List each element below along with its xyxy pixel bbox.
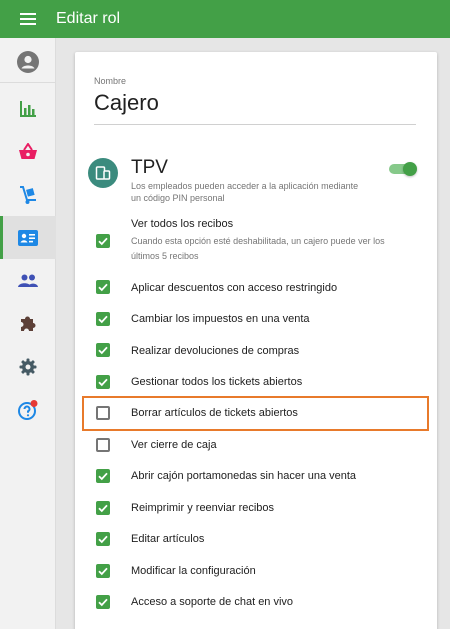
tpv-description: Los empleados pueden acceder a la aplica… [131,181,359,203]
permission-label: Cambiar los impuestos en una venta [131,313,310,325]
tpv-title: TPV [131,157,168,178]
hand-truck-icon [20,185,36,204]
permission-label: Gestionar todos los tickets abiertos [131,376,303,388]
checkbox-borrar-articulos[interactable] [96,406,110,420]
sidebar-item-settings[interactable] [0,345,56,388]
sidebar-item-inventory[interactable] [0,173,56,216]
sidebar [0,38,56,629]
role-name-input[interactable]: Cajero [94,90,159,116]
checkbox-abrir-cajon[interactable] [96,469,110,483]
menu-button[interactable] [0,0,56,38]
people-icon [18,274,38,287]
tpv-section-icon [88,158,118,188]
sidebar-item-reports[interactable] [0,87,56,130]
check-icon [98,598,108,607]
check-icon [98,283,108,292]
sidebar-item-integrations[interactable] [0,302,56,345]
checkbox-editar-articulos[interactable] [96,532,110,546]
permission-label: Borrar artículos de tickets abiertos [131,407,298,419]
role-card [75,52,437,629]
checkbox-cierre-caja[interactable] [96,438,110,452]
tpv-toggle[interactable] [389,162,417,176]
sidebar-item-help[interactable] [0,388,56,431]
gear-icon [19,358,37,375]
checkbox-ver-recibos[interactable] [96,234,110,248]
toggle-thumb [403,162,417,176]
permission-label: Realizar devoluciones de compras [131,345,300,357]
sidebar-divider [0,82,56,83]
sidebar-item-employees[interactable] [0,216,56,259]
permission-label: Abrir cajón portamonedas sin hacer una v… [131,470,357,482]
checkbox-reimprimir[interactable] [96,501,110,515]
sidebar-item-items[interactable] [0,130,56,173]
employee-card-icon [18,229,38,246]
sidebar-item-account[interactable] [0,40,56,83]
page-title: Editar rol [56,10,121,27]
app-bar: Editar rol [0,0,450,38]
checkbox-modificar-config[interactable] [96,564,110,578]
pos-devices-icon [95,166,111,180]
check-icon [98,237,108,246]
help-icon [18,399,38,420]
permission-label: Ver todos los recibos [131,218,234,230]
check-icon [98,346,108,355]
role-name-label: Nombre [94,76,127,86]
bar-chart-icon [20,100,36,117]
permission-label: Modificar la configuración [131,565,256,577]
notification-badge-icon [30,399,38,407]
puzzle-icon [21,316,36,331]
permission-label: Aplicar descuentos con acceso restringid… [131,282,338,294]
role-name-underline [94,124,416,125]
basket-icon [19,142,37,159]
permission-description: Cuando esta opción esté deshabilitada, u… [131,236,385,261]
checkbox-devoluciones[interactable] [96,343,110,357]
check-icon [98,472,108,481]
checkbox-gestionar-tickets[interactable] [96,375,110,389]
check-icon [98,504,108,513]
check-icon [98,378,108,387]
checkbox-soporte-chat[interactable] [96,595,110,609]
checkbox-aplicar-descuentos[interactable] [96,280,110,294]
permission-label: Ver cierre de caja [131,439,217,451]
account-icon [17,50,39,73]
permission-label: Editar artículos [131,533,205,545]
checkbox-cambiar-impuestos[interactable] [96,312,110,326]
sidebar-item-customers[interactable] [0,259,56,302]
hamburger-menu-icon [20,13,36,25]
permission-label: Reimprimir y reenviar recibos [131,502,275,514]
permission-label: Acceso a soporte de chat en vivo [131,596,294,608]
check-icon [98,315,108,324]
check-icon [98,567,108,576]
check-icon [98,535,108,544]
